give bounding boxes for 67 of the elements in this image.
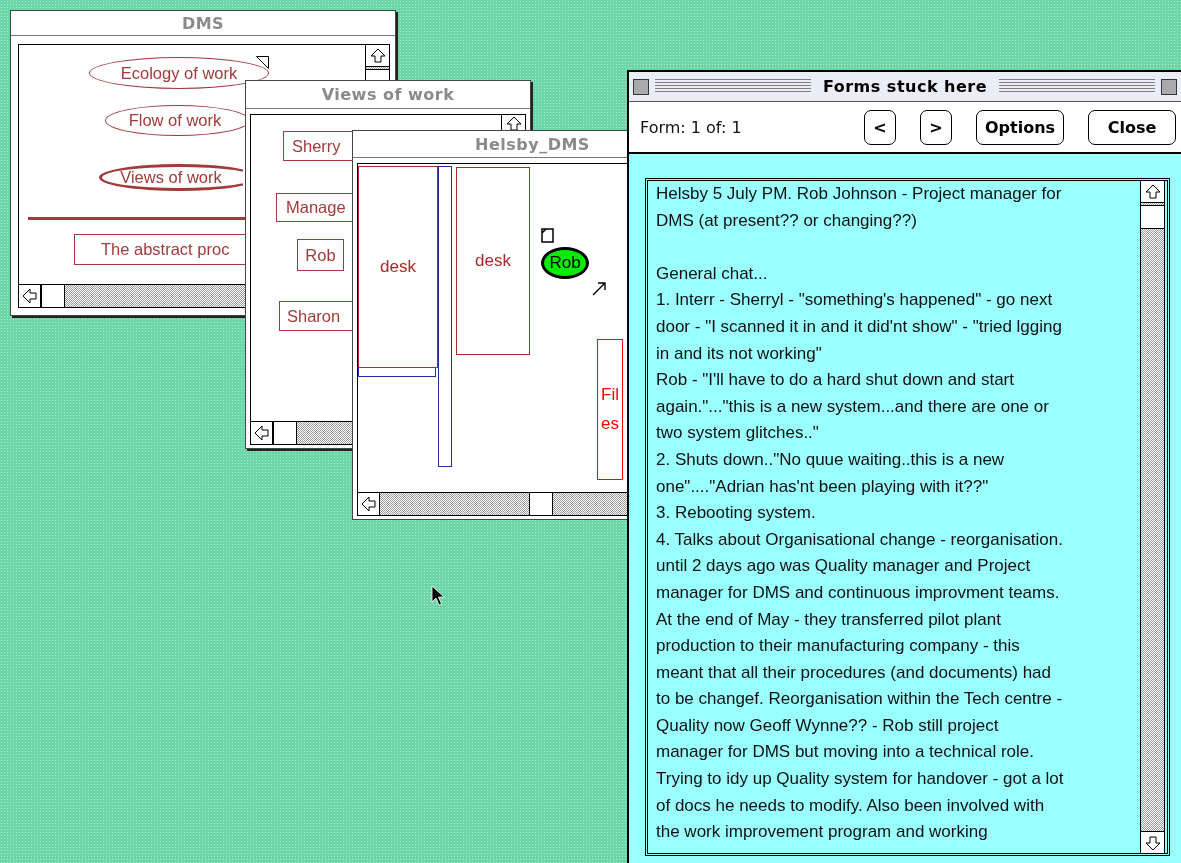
label-box[interactable]: Rob bbox=[297, 239, 344, 271]
text-line: door - "I scanned it in and it did'nt show" - "tried lgging bbox=[656, 315, 1062, 338]
text-line: manager for DMS and continuous improvment teams. bbox=[656, 581, 1060, 604]
text-line: 1. Interr - Sherryl - "something's happened" - go next bbox=[656, 289, 1053, 312]
label-box[interactable]: desk bbox=[358, 166, 438, 368]
text-line: in and its not working" bbox=[656, 342, 822, 365]
horizontal-scrollbar[interactable] bbox=[19, 284, 245, 307]
form-counter: Form: 1 of: 1 bbox=[640, 117, 743, 137]
left-arrow-icon bbox=[21, 288, 38, 304]
window-title: Helsby_DMS bbox=[475, 134, 590, 154]
scroll-left-button[interactable] bbox=[358, 493, 380, 515]
window-title: Views of work bbox=[321, 85, 455, 104]
oval-node[interactable]: Ecology of work bbox=[89, 57, 269, 89]
text-line: one"...."Adrian has'nt been playing with it??" bbox=[656, 475, 989, 498]
vertical-scrollbar[interactable] bbox=[365, 45, 389, 80]
horizontal-scrollbar[interactable] bbox=[358, 492, 627, 515]
text-line: 4. Talks about Organisational change - reorganisation. bbox=[656, 528, 1063, 551]
label-box[interactable]: Files bbox=[597, 339, 623, 480]
label-box[interactable]: desk bbox=[456, 167, 530, 355]
left-arrow-icon bbox=[253, 425, 270, 441]
text-line: Helsby 5 July PM. Rob Johnson - Project manager for bbox=[656, 183, 1062, 205]
left-arrow-icon bbox=[360, 496, 377, 512]
up-arrow-icon bbox=[1144, 183, 1161, 200]
window-title: DMS bbox=[181, 13, 225, 33]
text-line: until 2 days ago was Quality manager and Project bbox=[656, 555, 1031, 578]
text-line: General chat... bbox=[656, 262, 768, 285]
scroll-thumb[interactable] bbox=[1141, 205, 1164, 229]
zoom-box[interactable] bbox=[1161, 78, 1177, 95]
text-line: 3. Rebooting system. bbox=[656, 502, 816, 525]
toolbar-button[interactable]: > bbox=[920, 109, 952, 145]
arrow-icon bbox=[592, 281, 607, 296]
close-box[interactable] bbox=[633, 78, 649, 95]
horizontal-scrollbar[interactable] bbox=[251, 421, 352, 444]
title-bar[interactable]: Forms stuck here bbox=[629, 72, 1181, 102]
up-arrow-icon bbox=[369, 47, 386, 64]
text-line: the work improvement program and working bbox=[656, 821, 988, 844]
notes-field[interactable] bbox=[645, 178, 1170, 856]
text-line: Rob - "I'll have to do a hard shut down and start bbox=[656, 369, 1014, 392]
text-line: DMS (at present?? or changing??) bbox=[656, 209, 917, 232]
text-line: two system glitches.." bbox=[656, 422, 819, 445]
scroll-thumb[interactable] bbox=[41, 285, 65, 307]
scroll-thumb[interactable] bbox=[529, 493, 553, 515]
text-line: meant that all their procedures (and documents) had bbox=[656, 661, 1051, 684]
window-title: Forms stuck here bbox=[821, 77, 989, 96]
scroll-left-button[interactable] bbox=[19, 285, 41, 307]
scroll-thumb[interactable] bbox=[273, 422, 297, 444]
text-line: manager for DMS but moving into a technical role. bbox=[656, 741, 1034, 764]
vertical-scrollbar[interactable] bbox=[1140, 181, 1165, 853]
text-line: of docs he needs to modify. Also been involved with bbox=[656, 794, 1045, 817]
pointer-icon bbox=[431, 585, 445, 607]
corner-mark-icon bbox=[256, 56, 269, 69]
text-line: At the end of May - they transferred pilot plant bbox=[656, 608, 1001, 631]
text-line: again."..."this is a new system...and there are one or bbox=[656, 395, 1049, 418]
text-line: Quality now Geoff Wynne?? - Rob still project bbox=[656, 714, 999, 737]
person-node[interactable]: Rob bbox=[541, 247, 589, 279]
scroll-up-button[interactable] bbox=[1141, 181, 1164, 203]
scroll-up-button[interactable] bbox=[366, 45, 389, 67]
toolbar-button[interactable]: Options bbox=[976, 109, 1064, 145]
text-line: Trying to idy up Quality system for handover - got a lot bbox=[656, 768, 1064, 791]
text-line: production to their manufacturing company - this bbox=[656, 635, 1020, 658]
text-line: 2. Shuts down.."No quue waiting..this is a new bbox=[656, 448, 1005, 471]
scroll-down-button[interactable] bbox=[1141, 831, 1164, 853]
toolbar-button[interactable]: Close bbox=[1088, 109, 1176, 145]
text-line: to be changef. Reorganisation within the Tech centre - bbox=[656, 688, 1063, 711]
down-arrow-icon bbox=[1144, 834, 1161, 851]
scroll-left-button[interactable] bbox=[251, 422, 273, 444]
toolbar-button[interactable]: < bbox=[864, 109, 896, 145]
